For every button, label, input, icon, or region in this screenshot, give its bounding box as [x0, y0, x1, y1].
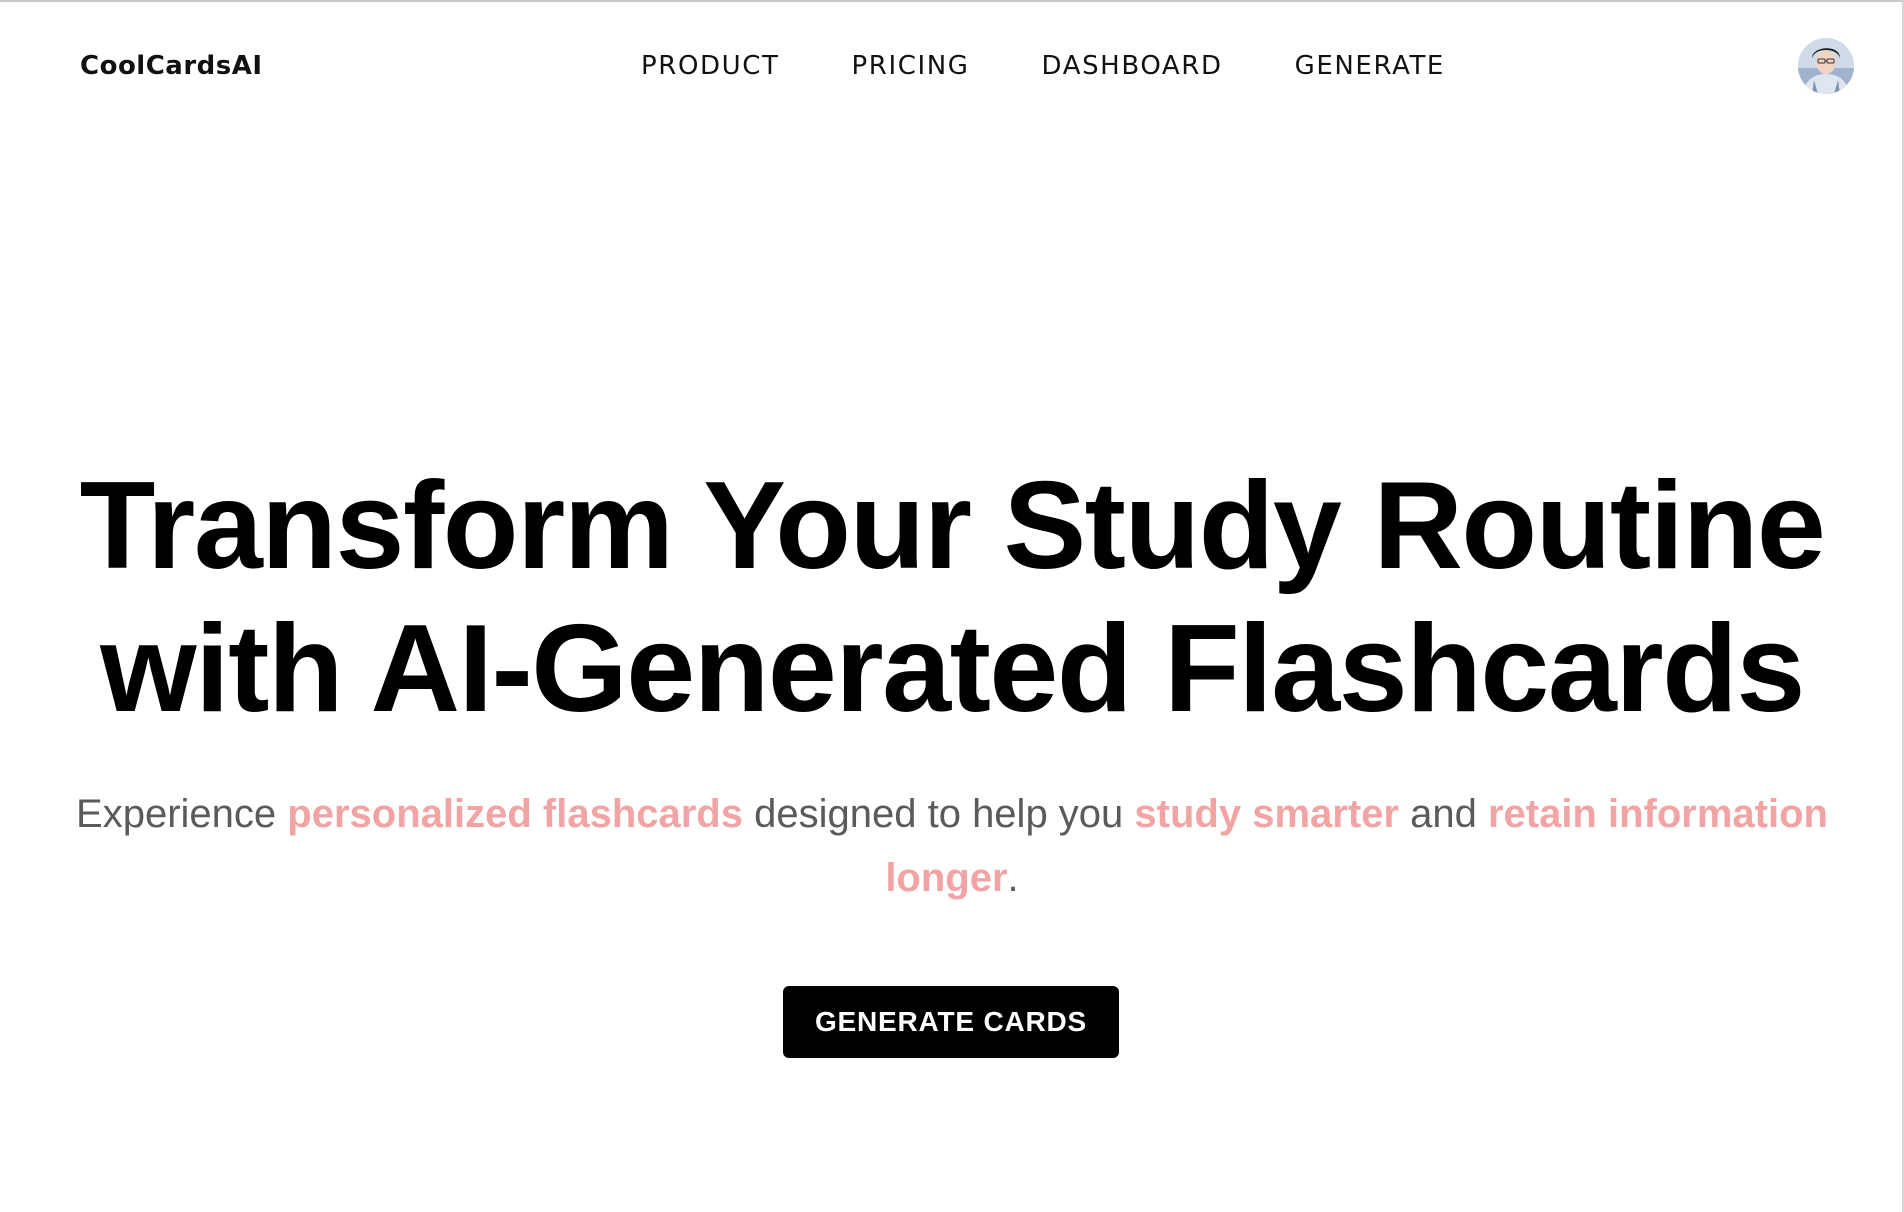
brand-logo-text[interactable]: CoolCardsAI	[80, 50, 263, 82]
subtitle-text-2: designed to help you	[743, 792, 1135, 836]
subtitle-text-4: .	[1007, 856, 1019, 900]
nav-link-dashboard[interactable]: DASHBOARD	[1042, 50, 1223, 82]
hero-subtitle: Experience personalized flashcards desig…	[50, 782, 1854, 910]
main-nav: PRODUCT PRICING DASHBOARD GENERATE	[641, 50, 1445, 82]
hero-title-line-1: Transform Your Study Routine	[79, 457, 1826, 595]
subtitle-text-3: and	[1398, 792, 1488, 836]
nav-link-product[interactable]: PRODUCT	[641, 50, 780, 82]
hero-title: Transform Your Study Routine with AI-Gen…	[0, 455, 1904, 741]
nav-link-pricing[interactable]: PRICING	[852, 50, 970, 82]
user-avatar[interactable]	[1798, 38, 1854, 94]
subtitle-highlight-personalized-flashcards: personalized flashcards	[287, 792, 743, 836]
hero-title-line-2: with AI-Generated Flashcards	[100, 600, 1805, 738]
subtitle-highlight-study-smarter: study smarter	[1134, 792, 1399, 836]
user-avatar-icon	[1798, 38, 1854, 94]
site-header: CoolCardsAI PRODUCT PRICING DASHBOARD GE…	[0, 0, 1904, 132]
generate-cards-button[interactable]: GENERATE CARDS	[783, 986, 1119, 1058]
subtitle-text-1: Experience	[76, 792, 288, 836]
nav-link-generate[interactable]: GENERATE	[1295, 50, 1445, 82]
